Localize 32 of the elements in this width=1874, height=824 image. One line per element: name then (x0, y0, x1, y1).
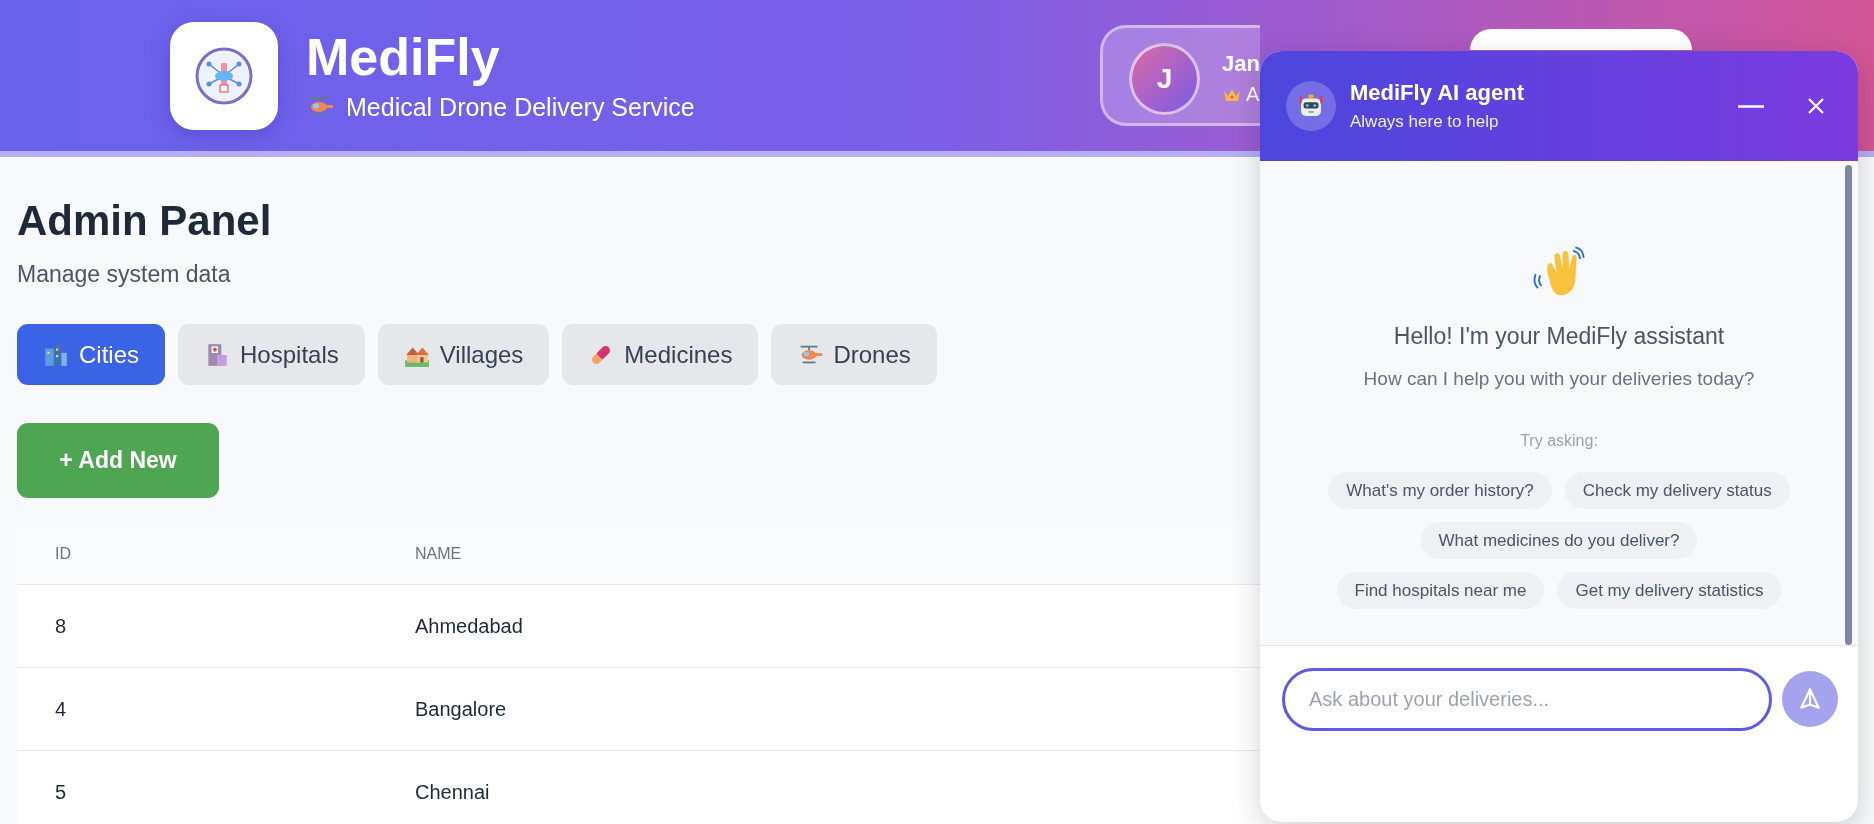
suggestion-chip[interactable]: Find hospitals near me (1336, 572, 1545, 609)
chat-subtitle: Always here to help (1350, 112, 1500, 132)
user-name: Jan (1222, 51, 1260, 77)
table-cell-text: 8 (54, 614, 68, 638)
tab[interactable]: Medicines (562, 324, 759, 385)
app-subtitle: Medical Drone Delivery Service (346, 92, 695, 122)
column-header: NAME (415, 544, 462, 563)
tab[interactable]: Hospitals (178, 324, 365, 385)
suggestion-chip[interactable]: Check my delivery status (1564, 472, 1790, 509)
app-title: MediFly (306, 29, 501, 87)
column-header: ID (54, 544, 72, 563)
greeting-text: Hello! I'm your MediFly assistant (1393, 323, 1725, 350)
table-cell-text: 4 (54, 697, 68, 721)
try-asking-label: Try asking: (1520, 432, 1598, 450)
tab[interactable]: Drones (771, 324, 937, 385)
user-role: A (1246, 83, 1260, 106)
table-cell-text: 5 (54, 780, 68, 804)
page-subtitle: Manage system data (17, 261, 232, 288)
suggestion-chip[interactable]: What's my order history? (1328, 472, 1552, 509)
suggestion-chip[interactable]: What medicines do you deliver? (1420, 522, 1698, 559)
tab[interactable]: Cities (17, 324, 165, 385)
tab[interactable]: Villages (377, 324, 550, 385)
suggestion-chip[interactable]: Get my delivery statistics (1557, 572, 1782, 609)
chat-title: MediFly AI agent (1350, 80, 1525, 106)
table-cell: Ahmedabad (415, 614, 523, 638)
message-input[interactable]: Ask about your deliveries... (1282, 668, 1772, 731)
user-card[interactable]: J Jan A (1100, 25, 1260, 126)
page-title: Admin Panel (17, 197, 273, 245)
prompt-text: How can I help you with your deliveries today? (1363, 368, 1755, 390)
table-cell: Bangalore (415, 697, 507, 721)
table-cell: Chennai (415, 780, 490, 804)
user-avatar: J (1129, 43, 1201, 115)
